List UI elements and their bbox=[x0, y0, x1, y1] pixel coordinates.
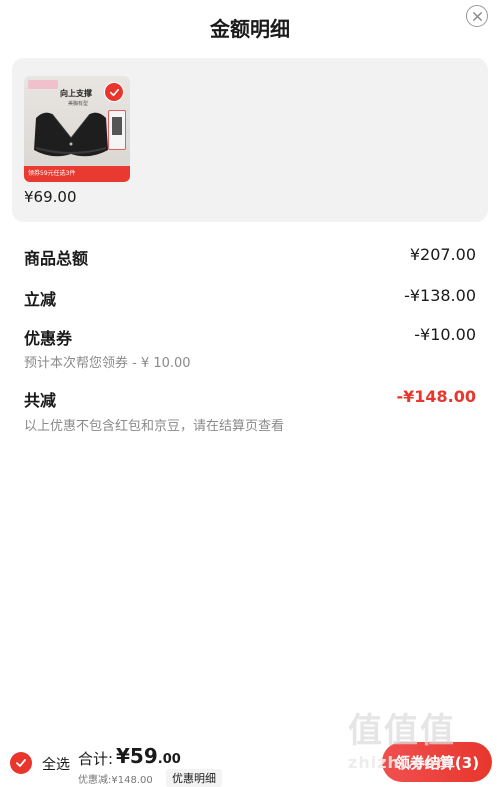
disclaimer-note: 以上优惠不包含红包和京豆，请在结算页查看 bbox=[24, 419, 285, 434]
product-card: 向上支撑 美胸有型 领券59元任选3件 ¥69.00 bbox=[12, 58, 488, 222]
item-selected-check[interactable] bbox=[104, 82, 124, 102]
check-icon bbox=[109, 88, 119, 96]
thumbnail-subline: 美胸有型 bbox=[68, 101, 89, 107]
total-value: ¥207.00 bbox=[409, 245, 476, 264]
promo-banner: 领券59元任选3件 bbox=[24, 166, 130, 182]
combined-label: 共减 bbox=[24, 391, 57, 410]
select-all-label[interactable]: 全选 bbox=[42, 754, 70, 774]
coupon-label: 优惠券 bbox=[24, 329, 73, 348]
brand-logo bbox=[28, 80, 58, 89]
discount-detail-link[interactable]: 优惠明细 bbox=[166, 769, 222, 787]
currency-symbol: ¥ bbox=[116, 744, 130, 768]
instant-value: -¥138.00 bbox=[404, 286, 476, 305]
thumbnail-headline: 向上支撑 bbox=[60, 89, 92, 98]
coupon-value: -¥10.00 bbox=[414, 325, 476, 344]
check-icon bbox=[16, 759, 26, 767]
close-button[interactable] bbox=[466, 5, 488, 27]
discount-summary: 优惠减:¥148.00 bbox=[78, 775, 153, 786]
grand-total-label: 合计: bbox=[78, 750, 114, 768]
grand-total-amount: ¥59.00 bbox=[116, 744, 181, 768]
amount-detail-sheet: 金额明细 向上支撑 美胸有型 领券59元任选3件 ¥69.00 商品总额 ¥20… bbox=[0, 0, 500, 787]
close-icon bbox=[472, 11, 482, 21]
combined-value: -¥148.00 bbox=[396, 387, 476, 406]
color-swatch bbox=[108, 110, 126, 150]
sheet-header: 金额明细 bbox=[0, 0, 500, 52]
coupon-note: 预计本次帮您领券 - ¥ 10.00 bbox=[24, 356, 191, 371]
checkout-button[interactable]: 领券结算(3) bbox=[382, 742, 492, 782]
product-image bbox=[34, 112, 108, 157]
product-thumbnail[interactable]: 向上支撑 美胸有型 领券59元任选3件 bbox=[24, 76, 130, 182]
select-all-checkbox[interactable] bbox=[10, 752, 32, 774]
bottom-bar: 全选 合计: ¥59.00 优惠减:¥148.00 优惠明细 领券结算(3) bbox=[0, 736, 500, 787]
instant-label: 立减 bbox=[24, 290, 57, 309]
total-integer: 59 bbox=[129, 744, 158, 768]
page-title: 金额明细 bbox=[210, 17, 290, 41]
item-price: ¥69.00 bbox=[24, 188, 77, 206]
total-cents: .00 bbox=[157, 752, 181, 767]
total-label: 商品总额 bbox=[24, 249, 89, 268]
